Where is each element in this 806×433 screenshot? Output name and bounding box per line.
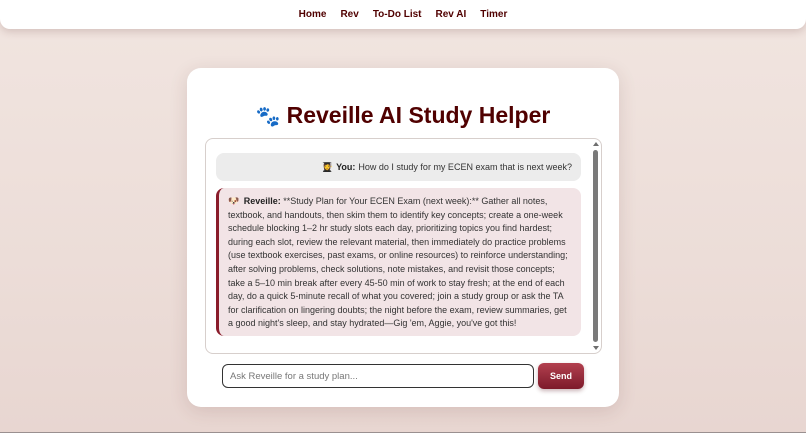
page-title-text: Reveille AI Study Helper <box>286 102 551 128</box>
student-avatar-icon: 👩‍🎓 <box>321 161 334 172</box>
study-plan-input[interactable] <box>222 364 534 388</box>
nav-timer-link[interactable]: Timer <box>473 0 514 29</box>
scrollbar-thumb[interactable] <box>593 150 598 342</box>
assistant-message: 🐶 Reveille: **Study Plan for Your ECEN E… <box>216 188 581 336</box>
user-message: 👩‍🎓 You: How do I study for my ECEN exam… <box>216 153 581 181</box>
nav-home-link[interactable]: Home <box>292 0 334 29</box>
assistant-sender-label: Reveille: <box>243 196 281 206</box>
dog-avatar-icon: 🐶 <box>228 196 240 206</box>
send-button[interactable]: Send <box>538 363 584 389</box>
chat-scrollbar[interactable] <box>593 142 599 350</box>
scroll-up-arrow-icon[interactable] <box>593 142 599 146</box>
nav-rev-link[interactable]: Rev <box>333 0 365 29</box>
chat-log[interactable]: 👩‍🎓 You: How do I study for my ECEN exam… <box>205 138 602 354</box>
user-message-text: How do I study for my ECEN exam that is … <box>358 162 572 172</box>
top-navbar: Home Rev To-Do List Rev AI Timer <box>0 0 806 29</box>
nav-rev-ai-link[interactable]: Rev AI <box>429 0 474 29</box>
user-sender-label: You: <box>336 162 356 172</box>
nav-todo-link[interactable]: To-Do List <box>366 0 429 29</box>
study-helper-card: 🐾 Reveille AI Study Helper 👩‍🎓 You: How d… <box>187 68 619 407</box>
assistant-message-text: **Study Plan for Your ECEN Exam (next we… <box>228 196 568 329</box>
scroll-down-arrow-icon[interactable] <box>593 346 599 350</box>
paw-icon: 🐾 <box>255 106 281 128</box>
page-title: 🐾 Reveille AI Study Helper <box>187 100 619 132</box>
